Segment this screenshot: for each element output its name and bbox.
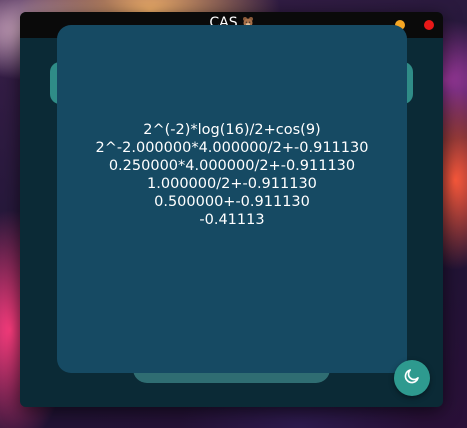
close-button[interactable] <box>424 20 434 30</box>
cas-window: CAS 2^(-2)*log(16)/2+cos(9) 2^-2.000000*… <box>20 12 443 407</box>
result-line-final: -0.41113 <box>199 212 265 228</box>
result-line-expression: 2^(-2)*log(16)/2+cos(9) <box>143 122 321 138</box>
result-line-step-3: 1.000000/2+-0.911130 <box>147 176 317 192</box>
moon-icon <box>403 367 421 389</box>
result-line-step-4: 0.500000+-0.911130 <box>154 194 310 210</box>
result-steps: 2^(-2)*log(16)/2+cos(9) 2^-2.000000*4.00… <box>96 121 369 229</box>
result-card: 2^(-2)*log(16)/2+cos(9) 2^-2.000000*4.00… <box>57 25 407 373</box>
result-line-step-1: 2^-2.000000*4.000000/2+-0.911130 <box>95 140 369 156</box>
result-line-step-2: 0.250000*4.000000/2+-0.911130 <box>108 158 356 174</box>
theme-toggle-button[interactable] <box>394 360 430 396</box>
